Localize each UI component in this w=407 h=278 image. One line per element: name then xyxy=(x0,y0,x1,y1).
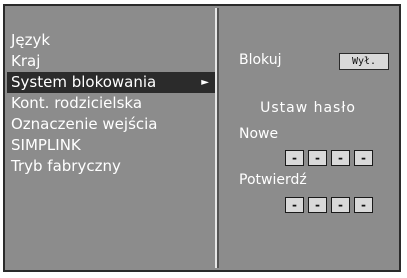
menu-panel: Język Kraj System blokowania ► Kont. rod… xyxy=(7,8,217,268)
arrow-right-icon: ► xyxy=(201,77,209,88)
menu-item-label: Tryb fabryczny xyxy=(11,157,121,175)
confirm-pin-digit[interactable]: - xyxy=(285,197,304,213)
menu-item-label: System blokowania xyxy=(11,73,157,91)
lock-label: Blokuj xyxy=(239,52,282,68)
new-pin-digit[interactable]: - xyxy=(354,150,373,166)
menu-item-factory-mode[interactable]: Tryb fabryczny xyxy=(7,156,215,177)
confirm-pin-digit[interactable]: - xyxy=(354,197,373,213)
confirm-pin-digit[interactable]: - xyxy=(331,197,350,213)
menu-item-simplink[interactable]: SIMPLINK xyxy=(7,135,215,156)
new-password-label: Nowe xyxy=(239,126,279,142)
menu-item-label: Język xyxy=(11,31,51,49)
menu-item-input-label[interactable]: Oznaczenie wejścia xyxy=(7,114,215,135)
menu-item-country[interactable]: Kraj xyxy=(7,51,215,72)
menu-item-language[interactable]: Język xyxy=(7,30,215,51)
menu-item-lock-system[interactable]: System blokowania ► xyxy=(7,72,215,93)
menu-item-label: Oznaczenie wejścia xyxy=(11,115,158,133)
new-pin-digit[interactable]: - xyxy=(308,150,327,166)
menu-item-label: Kraj xyxy=(11,52,41,70)
lock-toggle[interactable]: Wył. xyxy=(339,53,389,70)
menu-list: Język Kraj System blokowania ► Kont. rod… xyxy=(7,30,215,177)
set-password-title: Ustaw hasło xyxy=(260,100,356,116)
lock-settings-panel: Blokuj Wył. Ustaw hasło Nowe - - - - Pot… xyxy=(217,8,397,268)
menu-item-parental-control[interactable]: Kont. rodzicielska xyxy=(7,93,215,114)
menu-item-label: SIMPLINK xyxy=(11,136,81,154)
new-pin-digit[interactable]: - xyxy=(331,150,350,166)
confirm-password-input: - - - - xyxy=(285,197,373,213)
new-password-input: - - - - xyxy=(285,150,373,166)
confirm-pin-digit[interactable]: - xyxy=(308,197,327,213)
confirm-password-label: Potwierdź xyxy=(239,172,307,188)
tv-menu-screen: Język Kraj System blokowania ► Kont. rod… xyxy=(3,4,401,272)
menu-item-label: Kont. rodzicielska xyxy=(11,94,143,112)
new-pin-digit[interactable]: - xyxy=(285,150,304,166)
